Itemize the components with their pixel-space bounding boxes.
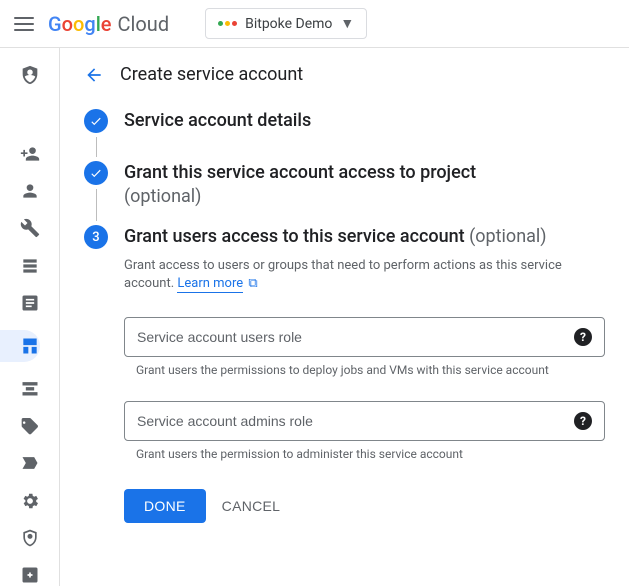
help-icon[interactable]: ? <box>574 328 592 346</box>
step-2: Grant this service account access to pro… <box>84 161 605 225</box>
step-1: Service account details <box>84 109 605 161</box>
service-accounts-icon[interactable] <box>0 330 40 362</box>
admins-role-field-wrap: ? Grant users the permission to administ… <box>124 401 605 461</box>
article-icon[interactable] <box>18 292 42 313</box>
iam-shield-icon[interactable] <box>18 64 42 86</box>
step-3: 3 Grant users access to this service acc… <box>84 225 605 539</box>
wrench-icon[interactable] <box>18 218 42 239</box>
tags-icon[interactable] <box>18 452 42 473</box>
external-link-icon: ⧉ <box>245 276 258 291</box>
project-dots-icon <box>218 21 237 26</box>
labels-icon[interactable] <box>18 415 42 436</box>
google-cloud-logo[interactable]: Google Cloud <box>48 12 169 36</box>
project-name: Bitpoke Demo <box>245 16 332 32</box>
users-role-field-wrap: ? Grant users the permissions to deploy … <box>124 317 605 377</box>
storage-icon[interactable] <box>18 255 42 276</box>
back-arrow-icon[interactable] <box>84 65 104 85</box>
admins-role-field[interactable]: ? <box>124 401 605 441</box>
done-button[interactable]: DONE <box>124 489 206 523</box>
cloud-wordmark: Cloud <box>118 12 170 36</box>
action-buttons: DONE CANCEL <box>124 489 605 523</box>
step-2-title[interactable]: Grant this service account access to pro… <box>124 161 605 209</box>
settings-icon[interactable] <box>18 490 42 511</box>
page-header: Create service account <box>60 48 629 101</box>
google-wordmark: Google <box>48 12 112 36</box>
top-bar: Google Cloud Bitpoke Demo ▼ <box>0 0 629 48</box>
check-icon <box>84 161 108 185</box>
users-role-hint: Grant users the permissions to deploy jo… <box>124 363 605 377</box>
content-area: Create service account Service account d… <box>60 48 629 586</box>
step-3-number: 3 <box>84 225 108 249</box>
side-nav <box>0 48 60 586</box>
step-3-title: Grant users access to this service accou… <box>124 225 605 249</box>
users-role-input[interactable] <box>137 329 574 345</box>
cancel-button[interactable]: CANCEL <box>222 498 281 514</box>
learn-more-link[interactable]: Learn more <box>177 276 243 293</box>
security-icon[interactable] <box>18 527 42 548</box>
person-add-icon[interactable] <box>18 143 42 164</box>
admins-role-input[interactable] <box>137 413 574 429</box>
person-icon[interactable] <box>18 180 42 201</box>
stepper: Service account details Grant this servi… <box>60 101 629 563</box>
menu-icon[interactable] <box>12 12 36 36</box>
project-picker[interactable]: Bitpoke Demo ▼ <box>205 8 367 39</box>
check-icon <box>84 109 108 133</box>
step-1-title[interactable]: Service account details <box>124 109 605 133</box>
step-3-description: Grant access to users or groups that nee… <box>124 257 605 293</box>
page-title: Create service account <box>120 64 303 85</box>
medkit-icon[interactable] <box>18 565 42 586</box>
admins-role-hint: Grant users the permission to administer… <box>124 447 605 461</box>
chevron-down-icon: ▼ <box>340 15 354 32</box>
users-role-field[interactable]: ? <box>124 317 605 357</box>
help-icon[interactable]: ? <box>574 412 592 430</box>
quota-icon[interactable] <box>18 378 42 399</box>
